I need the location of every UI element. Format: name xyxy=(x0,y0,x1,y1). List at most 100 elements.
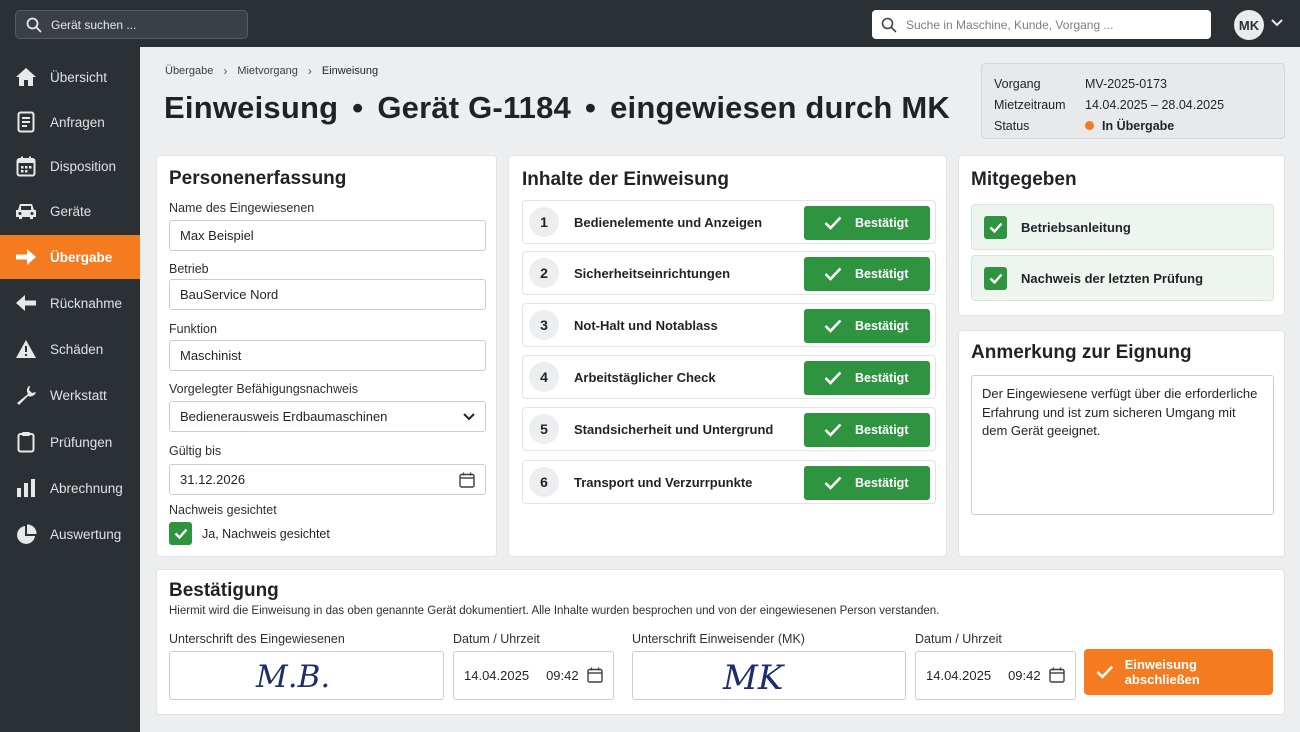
confirm-button[interactable]: Bestätigt xyxy=(804,413,930,447)
date-time-field-trainee[interactable]: 14.04.2025 09:42 xyxy=(453,651,614,700)
sidebar-item-abrechnung[interactable]: Abrechnung xyxy=(0,466,140,510)
sidebar-item-ruecknahme[interactable]: Rücknahme xyxy=(0,281,140,325)
name-label: Name des Eingewiesenen xyxy=(169,201,315,215)
top-bar: Gerät suchen ... Suche in Maschine, Kund… xyxy=(0,0,1300,47)
chevron-right-icon: › xyxy=(223,64,228,78)
confirmation-text: Hiermit wird die Einweisung in das oben … xyxy=(169,605,940,617)
given-item-label: Nachweis der letzten Prüfung xyxy=(1021,270,1204,286)
global-search-input[interactable]: Suche in Maschine, Kunde, Vorgang ... xyxy=(872,10,1211,39)
checkmark-icon[interactable] xyxy=(169,522,192,545)
sidebar-item-label: Werkstatt xyxy=(50,387,107,403)
confirm-button-label: Bestätigt xyxy=(855,216,909,230)
date-time-field-instructor[interactable]: 14.04.2025 09:42 xyxy=(915,651,1076,700)
sidebar-item-label: Übergabe xyxy=(50,249,113,265)
date2-value: 14.04.2025 xyxy=(926,668,992,683)
sidebar-item-label: Übersicht xyxy=(50,69,108,85)
checkmark-icon xyxy=(824,319,842,333)
sidebar-item-label: Schäden xyxy=(50,341,104,357)
checkmark-icon xyxy=(824,216,842,230)
sidebar-item-label: Rücknahme xyxy=(50,295,123,311)
finish-button-label: Einweisung abschließen xyxy=(1124,657,1200,687)
confirm-button[interactable]: Bestätigt xyxy=(804,466,930,500)
sidebar-item-disposition[interactable]: Disposition xyxy=(0,144,140,188)
status-dot-icon xyxy=(1085,121,1094,130)
chevron-down-icon xyxy=(463,413,475,421)
global-search-placeholder: Suche in Maschine, Kunde, Vorgang ... xyxy=(906,17,1114,32)
item-number: 1 xyxy=(529,207,559,237)
mietzeitraum-value: 14.04.2025 – 28.04.2025 xyxy=(1085,97,1225,112)
clipboard-icon xyxy=(0,431,50,453)
sidebar-item-uebergabe[interactable]: Übergabe xyxy=(0,235,140,279)
given-item-inspection[interactable]: Nachweis der letzten Prüfung xyxy=(971,255,1274,301)
list-item: 5 Standsicherheit und Untergrund Bestäti… xyxy=(522,407,936,451)
breadcrumb-item-current: Einweisung xyxy=(321,65,379,77)
item-number: 2 xyxy=(529,258,559,288)
list-item: 2 Sicherheitseinrichtungen Bestätigt xyxy=(522,251,936,295)
home-icon xyxy=(0,67,50,87)
calendar-icon[interactable] xyxy=(1049,667,1065,683)
sidebar-item-geraete[interactable]: Geräte xyxy=(0,189,140,233)
calendar-icon[interactable] xyxy=(459,472,475,488)
sidebar-item-uebersicht[interactable]: Übersicht xyxy=(0,55,140,99)
confirm-button[interactable]: Bestätigt xyxy=(804,309,930,343)
person-card: Personenerfassung Name des Eingewiesenen… xyxy=(156,155,497,557)
title-separator: • xyxy=(585,90,597,125)
search-icon xyxy=(881,17,897,32)
sidebar-item-anfragen[interactable]: Anfragen xyxy=(0,100,140,144)
warning-icon xyxy=(0,339,50,359)
function-field[interactable]: Maschinist xyxy=(169,340,486,371)
wrench-icon xyxy=(0,384,50,406)
arrow-right-icon xyxy=(0,248,50,266)
breadcrumb-item-mietvorgang[interactable]: Mietvorgang xyxy=(237,65,298,77)
search-icon xyxy=(26,17,42,32)
sig2-label: Unterschrift Einweisender (MK) xyxy=(632,632,805,646)
avatar[interactable]: MK xyxy=(1234,10,1264,40)
valid-date-field[interactable]: 31.12.2026 xyxy=(169,464,486,495)
sidebar-item-pruefungen[interactable]: Prüfungen xyxy=(0,420,140,464)
valid-value: 31.12.2026 xyxy=(180,472,246,487)
sidebar-item-werkstatt[interactable]: Werkstatt xyxy=(0,373,140,417)
list-item: 4 Arbeitstäglicher Check Bestätigt xyxy=(522,355,936,399)
valid-label: Gültig bis xyxy=(169,444,222,458)
item-label: Sicherheitseinrichtungen xyxy=(574,266,731,281)
time2-value: 09:42 xyxy=(1008,668,1041,683)
title-separator: • xyxy=(352,90,364,125)
chevron-right-icon: › xyxy=(307,64,312,78)
sidebar-item-schaeden[interactable]: Schäden xyxy=(0,327,140,371)
chevron-down-icon[interactable] xyxy=(1271,18,1283,28)
vehicle-icon xyxy=(0,202,50,220)
instruction-card: Inhalte der Einweisung 1 Bedienelemente … xyxy=(508,155,947,557)
function-label: Funktion xyxy=(169,322,217,336)
item-label: Standsicherheit und Untergrund xyxy=(574,422,774,437)
confirm-button[interactable]: Bestätigt xyxy=(804,361,930,395)
given-item-manual[interactable]: Betriebsanleitung xyxy=(971,204,1274,250)
device-search-input[interactable]: Gerät suchen ... xyxy=(15,10,248,39)
list-item: 6 Transport und Verzurrpunkte Bestätigt xyxy=(522,460,936,504)
proof-value: Bedienerausweis Erdbaumaschinen xyxy=(180,409,388,424)
signature-field-instructor[interactable]: MK xyxy=(632,651,906,700)
proof-select[interactable]: Bedienerausweis Erdbaumaschinen xyxy=(169,401,486,432)
checkmark-icon xyxy=(1096,665,1114,679)
remark-card: Anmerkung zur Eignung Der Eingewiesene v… xyxy=(958,330,1285,557)
mietzeitraum-label: Mietzeitraum xyxy=(994,97,1066,112)
company-value: BauService Nord xyxy=(180,287,279,302)
instruction-card-title: Inhalte der Einweisung xyxy=(522,169,729,190)
remark-textarea[interactable]: Der Eingewiesene verfügt über die erford… xyxy=(971,375,1274,515)
title-part-1: Einweisung xyxy=(164,90,339,125)
name-field[interactable]: Max Beispiel xyxy=(169,220,486,251)
finish-instruction-button[interactable]: Einweisung abschließen xyxy=(1084,649,1273,695)
company-field[interactable]: BauService Nord xyxy=(169,279,486,310)
given-item-label: Betriebsanleitung xyxy=(1021,219,1131,235)
confirm-button[interactable]: Bestätigt xyxy=(804,206,930,240)
checkmark-icon xyxy=(824,476,842,490)
confirm-button[interactable]: Bestätigt xyxy=(804,257,930,291)
checkmark-icon[interactable] xyxy=(984,215,1007,239)
calendar-icon[interactable] xyxy=(587,667,603,683)
svg-text:MK: MK xyxy=(722,658,786,698)
document-icon xyxy=(0,111,50,133)
signature-field-trainee[interactable]: M.B. xyxy=(169,651,444,700)
breadcrumb-item-uebergabe[interactable]: Übergabe xyxy=(165,65,213,77)
sidebar-item-auswertung[interactable]: Auswertung xyxy=(0,512,140,556)
checkmark-icon[interactable] xyxy=(984,266,1007,290)
proof-checked-checkbox[interactable]: Ja, Nachweis gesichtet xyxy=(169,522,330,545)
